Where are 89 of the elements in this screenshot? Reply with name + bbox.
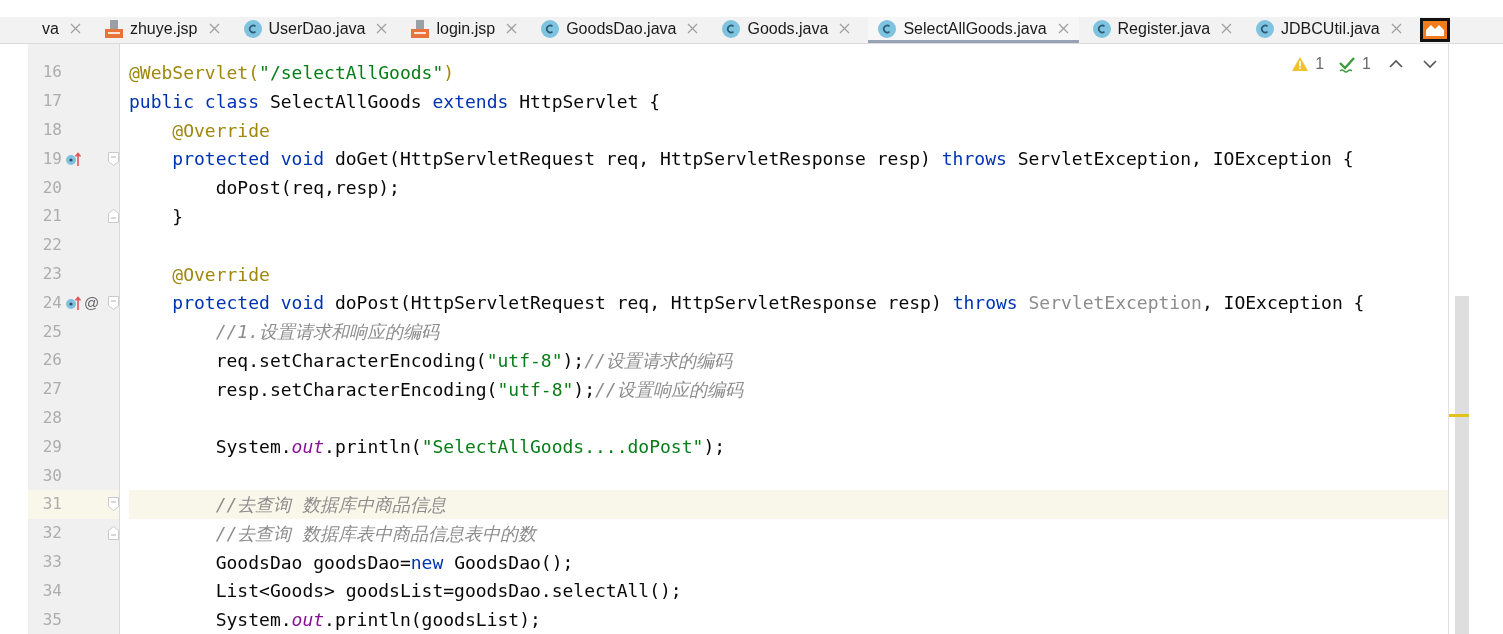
code-line: @WebServlet("/selectAllGoods") <box>129 60 455 85</box>
tab-label: login.jsp <box>436 18 496 39</box>
class-file-icon <box>243 19 262 38</box>
code-line: protected void doPost(HttpServletRequest req, HttpServletResponse resp) throws ServletException, IOException { <box>171 291 1365 316</box>
editor-tab[interactable]: SelectAllGoods.java <box>868 17 1079 44</box>
editor-tab[interactable]: Goods.java <box>716 17 861 44</box>
editor-tab[interactable]: login.jsp <box>405 17 528 44</box>
line-number: 21 <box>41 205 62 228</box>
code-line: //去查询 数据库中商品信息 <box>214 492 447 517</box>
tab-label: SelectAllGoods.java <box>903 18 1047 39</box>
line-number: 24 <box>41 291 62 314</box>
code-line: System.out.println(goodsList); <box>214 608 541 633</box>
line-number: 29 <box>41 435 62 458</box>
warning-stripe[interactable] <box>1449 414 1469 418</box>
line-number: 35 <box>41 608 62 631</box>
fold-icon[interactable] <box>108 209 119 224</box>
close-icon[interactable] <box>1221 23 1233 35</box>
class-file-icon <box>722 19 741 38</box>
class-file-icon <box>1256 19 1275 38</box>
code-line: List<Goods> goodsList=goodsDao.selectAll(); <box>214 579 682 604</box>
weak-warning-count: 1 <box>1362 54 1371 75</box>
line-number: 34 <box>41 579 62 602</box>
line-number: 16 <box>41 61 62 84</box>
tab-label: Goods.java <box>747 18 829 39</box>
close-icon[interactable] <box>839 23 851 35</box>
tab-label: zhuye.jsp <box>129 18 198 39</box>
line-number: 31 <box>41 493 62 516</box>
line-number: 18 <box>41 119 62 142</box>
line-number: 22 <box>41 234 62 257</box>
editor-tab[interactable]: va <box>36 17 91 44</box>
class-file-icon <box>1092 19 1111 38</box>
line-number: 28 <box>41 407 62 429</box>
scrollbar-track[interactable] <box>1455 296 1469 634</box>
jsp-file-icon <box>411 18 430 39</box>
tab-overflow-icon[interactable] <box>1419 18 1450 43</box>
jsp-file-icon <box>104 18 123 39</box>
implements-marker[interactable]: @ <box>84 291 100 315</box>
fold-icon[interactable] <box>108 497 119 512</box>
editor-tab[interactable]: UserDao.java <box>237 17 398 44</box>
close-icon[interactable] <box>69 23 81 35</box>
code-line: doPost(req,resp); <box>214 176 400 201</box>
line-number: 33 <box>41 551 62 573</box>
code-line: protected void doGet(HttpServletRequest req, HttpServletResponse resp) throws ServletException, IOException { <box>171 147 1354 172</box>
code-line: //去查询 数据库表中商品信息表中的数 <box>214 521 537 546</box>
override-icon[interactable] <box>66 294 82 311</box>
close-icon[interactable] <box>1390 23 1402 35</box>
close-icon[interactable] <box>506 23 518 35</box>
code-line: @Override <box>171 118 270 143</box>
editor-tab[interactable]: JDBCUtil.java <box>1250 17 1412 44</box>
class-file-icon <box>541 19 560 38</box>
line-number: 27 <box>41 378 62 401</box>
code-line: req.setCharacterEncoding("utf-8");//设置请求的编码 <box>214 348 732 373</box>
line-number: 30 <box>41 464 62 487</box>
line-number: 26 <box>41 349 62 372</box>
code-line: resp.setCharacterEncoding("utf-8");//设置响应的编码 <box>214 377 743 402</box>
tab-label: JDBCUtil.java <box>1281 18 1380 39</box>
class-file-icon <box>878 19 897 38</box>
chevron-down-icon[interactable] <box>1423 59 1437 70</box>
warning-count: 1 <box>1315 54 1325 75</box>
fold-icon[interactable] <box>108 526 119 541</box>
override-icon[interactable] <box>66 150 82 167</box>
editor-tab[interactable]: Register.java <box>1086 17 1243 44</box>
code-line: } <box>171 204 184 229</box>
close-icon[interactable] <box>376 23 388 35</box>
check-icon[interactable] <box>1338 55 1357 74</box>
code-line: //1.设置请求和响应的编码 <box>214 320 440 345</box>
tab-label: va <box>42 18 59 39</box>
close-icon[interactable] <box>687 23 699 35</box>
tab-label: GoodsDao.java <box>566 18 677 39</box>
line-number: 25 <box>41 320 62 343</box>
line-number: 20 <box>41 176 62 199</box>
editor-tab[interactable]: zhuye.jsp <box>98 17 230 44</box>
line-number: 23 <box>41 263 62 286</box>
line-number: 17 <box>41 90 62 113</box>
code-line: @Override <box>171 262 270 287</box>
tab-label: Register.java <box>1117 18 1211 39</box>
close-icon[interactable] <box>1057 23 1069 35</box>
close-icon[interactable] <box>208 23 220 35</box>
fold-icon[interactable] <box>108 295 119 310</box>
code-line: System.out.println("SelectAllGoods....doPost"); <box>214 435 726 460</box>
editor-tab[interactable]: GoodsDao.java <box>535 17 709 44</box>
line-number: 19 <box>41 147 62 170</box>
code-line: public class SelectAllGoods extends HttpServlet { <box>129 89 661 114</box>
tab-label: UserDao.java <box>268 18 366 39</box>
fold-icon[interactable] <box>108 151 119 166</box>
code-line: GoodsDao goodsDao=new GoodsDao(); <box>214 550 574 575</box>
warning-icon[interactable] <box>1291 56 1310 73</box>
chevron-up-icon[interactable] <box>1389 59 1403 70</box>
line-number: 32 <box>41 522 62 545</box>
